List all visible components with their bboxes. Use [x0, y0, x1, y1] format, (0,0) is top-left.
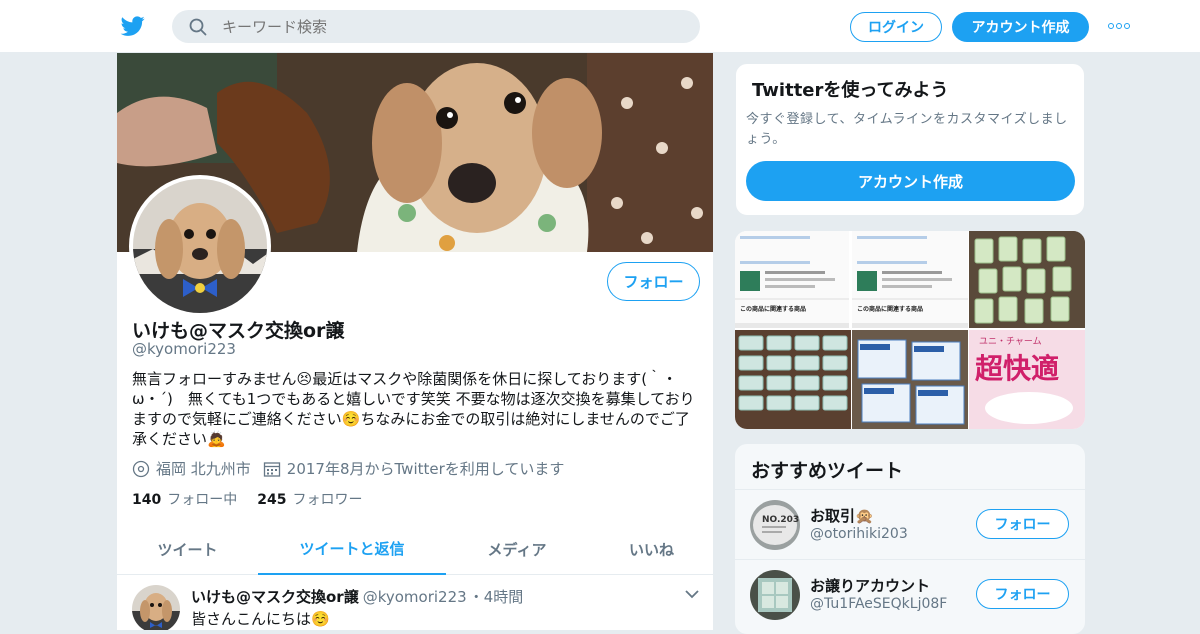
signup-card: Twitterを使ってみよう 今すぐ登録して、タイムラインをカスタマイズしましょ… [735, 63, 1085, 216]
twitter-bird-logo-icon[interactable] [120, 14, 146, 38]
profile-location: 福岡 北九州市 [156, 460, 251, 478]
profile-bio: 無言フォローすみません😣最近はマスクや除菌関係を休日に探しております(｀・ω・´… [132, 370, 695, 448]
tweet-item[interactable]: いけも@マスク交換or譲 @kyomori223 ・4時間 皆さんこんにちは☺️ [117, 575, 713, 630]
tweet-text: 皆さんこんにちは☺️ [191, 610, 330, 628]
followers-count: 245 [257, 492, 287, 508]
recommended-avatar[interactable] [750, 570, 800, 620]
recommended-avatar[interactable]: NO.203 [750, 500, 800, 550]
recommended-handle[interactable]: @Tu1FAeSEQkLj08F [810, 596, 947, 612]
recommended-title: おすすめツイート [751, 460, 904, 482]
signup-button[interactable]: アカウント作成 [952, 12, 1089, 42]
tab-tweets-and-replies[interactable]: ツイートと返信 [258, 523, 446, 575]
recommended-account[interactable]: お譲りアカウント @Tu1FAeSEQkLj08F フォロー [735, 559, 1085, 629]
media-thumbnail[interactable] [852, 330, 968, 429]
svg-text:NO.203: NO.203 [762, 515, 799, 525]
login-button[interactable]: ログイン [850, 12, 942, 42]
media-thumbnail[interactable]: この商品に関連する商品 [852, 231, 968, 328]
follow-button[interactable]: フォロー [607, 262, 700, 301]
signup-card-button[interactable]: アカウント作成 [746, 161, 1075, 201]
profile-name: いけも@マスク交換or譲 [132, 320, 345, 342]
recommended-tweets-card: おすすめツイート NO.203 お取引🙊 @otorihiki203 フォロー … [735, 444, 1085, 634]
chevron-down-icon[interactable] [685, 589, 699, 599]
recommended-name[interactable]: お譲りアカウント [810, 575, 930, 596]
tweet-author-name[interactable]: いけも@マスク交換or譲 [191, 588, 359, 606]
media-thumbnail[interactable] [969, 231, 1085, 328]
media-thumbnail[interactable]: ユニ・チャーム 超快適 [969, 330, 1085, 429]
profile-handle[interactable]: @kyomori223 [132, 340, 236, 358]
recommended-account[interactable]: NO.203 お取引🙊 @otorihiki203 フォロー [735, 489, 1085, 559]
mask-brand-text: ユニ・チャーム [979, 336, 1042, 347]
recommended-name[interactable]: お取引🙊 [810, 505, 874, 526]
screenshot-heading: この商品に関連する商品 [857, 305, 923, 313]
media-gallery: この商品に関連する商品 この商品に関連する商品 ユニ・チャーム 超快適 [735, 231, 1085, 429]
tweet-author-handle[interactable]: @kyomori223 [363, 588, 467, 606]
top-navigation-bar: ログイン アカウント作成 [0, 0, 1200, 53]
search-icon [189, 18, 207, 36]
follow-button[interactable]: フォロー [976, 579, 1069, 609]
signup-card-title: Twitterを使ってみよう [752, 80, 949, 101]
mask-product-text: 超快適 [975, 352, 1059, 385]
following-label: フォロー中 [167, 492, 238, 508]
tab-media[interactable]: メディア [446, 523, 588, 575]
profile-counts: 140 フォロー中 245 フォロワー [132, 489, 362, 509]
search-input[interactable] [222, 10, 682, 43]
followers-count-link[interactable]: 245 フォロワー [257, 489, 362, 509]
signup-card-description: 今すぐ登録して、タイムラインをカスタマイズしましょう。 [746, 112, 1068, 147]
media-thumbnail[interactable] [735, 330, 851, 429]
tweet-author-avatar[interactable] [132, 585, 180, 630]
calendar-icon [263, 461, 280, 477]
tweet-timestamp[interactable]: ・4時間 [469, 588, 524, 606]
screenshot-heading: この商品に関連する商品 [740, 305, 806, 313]
location-pin-icon [132, 460, 150, 477]
profile-tabs: ツイート ツイートと返信 メディア いいね [117, 523, 713, 575]
profile-column: フォロー いけも@マスク交換or譲 @kyomori223 無言フォローすみませ… [116, 53, 714, 630]
media-thumbnail[interactable]: この商品に関連する商品 [735, 231, 851, 328]
following-count: 140 [132, 492, 162, 508]
more-options-icon[interactable] [1108, 20, 1130, 32]
tab-tweets[interactable]: ツイート [117, 523, 258, 575]
profile-avatar[interactable] [129, 175, 271, 317]
tab-likes[interactable]: いいね [588, 523, 713, 575]
recommended-handle[interactable]: @otorihiki203 [810, 526, 908, 542]
tweet-header: いけも@マスク交換or譲 @kyomori223 ・4時間 [191, 586, 523, 607]
followers-label: フォロワー [292, 492, 363, 508]
profile-meta: 福岡 北九州市 2017年8月からTwitterを利用しています [132, 458, 564, 479]
search-box[interactable] [172, 10, 700, 43]
profile-join-date: 2017年8月からTwitterを利用しています [286, 460, 565, 478]
following-count-link[interactable]: 140 フォロー中 [132, 489, 237, 509]
follow-button[interactable]: フォロー [976, 509, 1069, 539]
